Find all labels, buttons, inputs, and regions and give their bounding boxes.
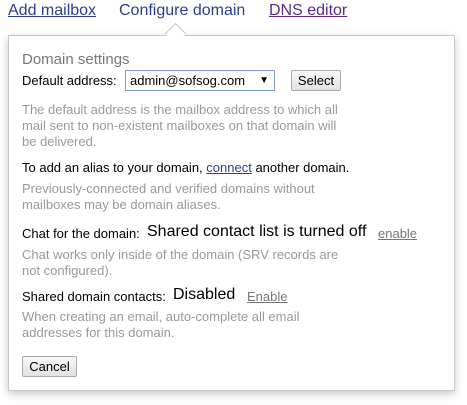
tab-bar: Add mailbox Configure domain DNS editor	[0, 0, 467, 34]
cancel-button[interactable]: Cancel	[22, 356, 77, 377]
dropdown-arrow-icon: ▼	[259, 75, 269, 86]
tab-add-mailbox[interactable]: Add mailbox	[8, 2, 96, 20]
default-address-select[interactable]: admin@sofsog.com ▼	[125, 70, 275, 91]
alias-text-after: another domain.	[251, 160, 350, 175]
chat-description: Chat works only inside of the domain (SR…	[22, 247, 339, 278]
tab-configure-domain[interactable]: Configure domain	[119, 2, 245, 20]
shared-contacts-enable-link[interactable]: Enable	[247, 289, 287, 304]
chat-label: Chat for the domain:	[22, 226, 140, 241]
shared-contacts-description: When creating an email, auto-complete al…	[22, 309, 300, 340]
connect-link[interactable]: connect	[206, 160, 252, 175]
default-address-description: The default address is the mailbox addre…	[22, 102, 338, 149]
default-address-label: Default address:	[22, 73, 117, 88]
alias-text-before: To add an alias to your domain,	[22, 160, 207, 175]
popup-heading: Domain settings	[22, 51, 130, 68]
chat-enable-link[interactable]: enable	[378, 226, 417, 241]
chat-status: Shared contact list is turned off	[147, 223, 367, 240]
alias-description: Previously-connected and verified domain…	[22, 181, 315, 212]
shared-contacts-label: Shared domain contacts:	[22, 289, 166, 304]
default-address-value: admin@sofsog.com	[130, 73, 246, 88]
alias-instruction: To add an alias to your domain, connect …	[22, 160, 349, 175]
select-button[interactable]: Select	[291, 70, 341, 91]
shared-contacts-status: Disabled	[173, 286, 236, 303]
tab-dns-editor[interactable]: DNS editor	[269, 2, 347, 20]
domain-settings-popup: Domain settings Default address: admin@s…	[8, 35, 455, 391]
